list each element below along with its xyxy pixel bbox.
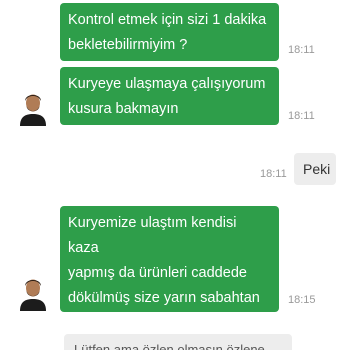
agent-avatar-icon [14, 273, 52, 311]
message-2-timestamp: 18:11 [288, 110, 315, 122]
message-1-timestamp: 18:11 [288, 44, 315, 56]
agent-avatar-icon [14, 88, 52, 126]
chat-window: Kontrol etmek için sizi 1 dakika beklete… [0, 0, 350, 350]
incoming-message-1: Kontrol etmek için sizi 1 dakika beklete… [60, 3, 279, 61]
message-4-timestamp: 18:15 [288, 294, 316, 306]
incoming-message-3: Kuryemize ulaştım kendisi kaza yapmış da… [60, 206, 279, 350]
partial-message-bubble: Lütfen ama özlen olmasın özlene [64, 334, 292, 350]
incoming-message-2: Kuryeye ulaşmaya çalışıyorum kusura bakm… [60, 67, 279, 125]
outgoing-message-1: Peki [294, 153, 336, 185]
message-3-timestamp: 18:11 [260, 168, 287, 180]
partial-message-text: Lütfen ama özlen olmasın özlene [74, 342, 265, 350]
